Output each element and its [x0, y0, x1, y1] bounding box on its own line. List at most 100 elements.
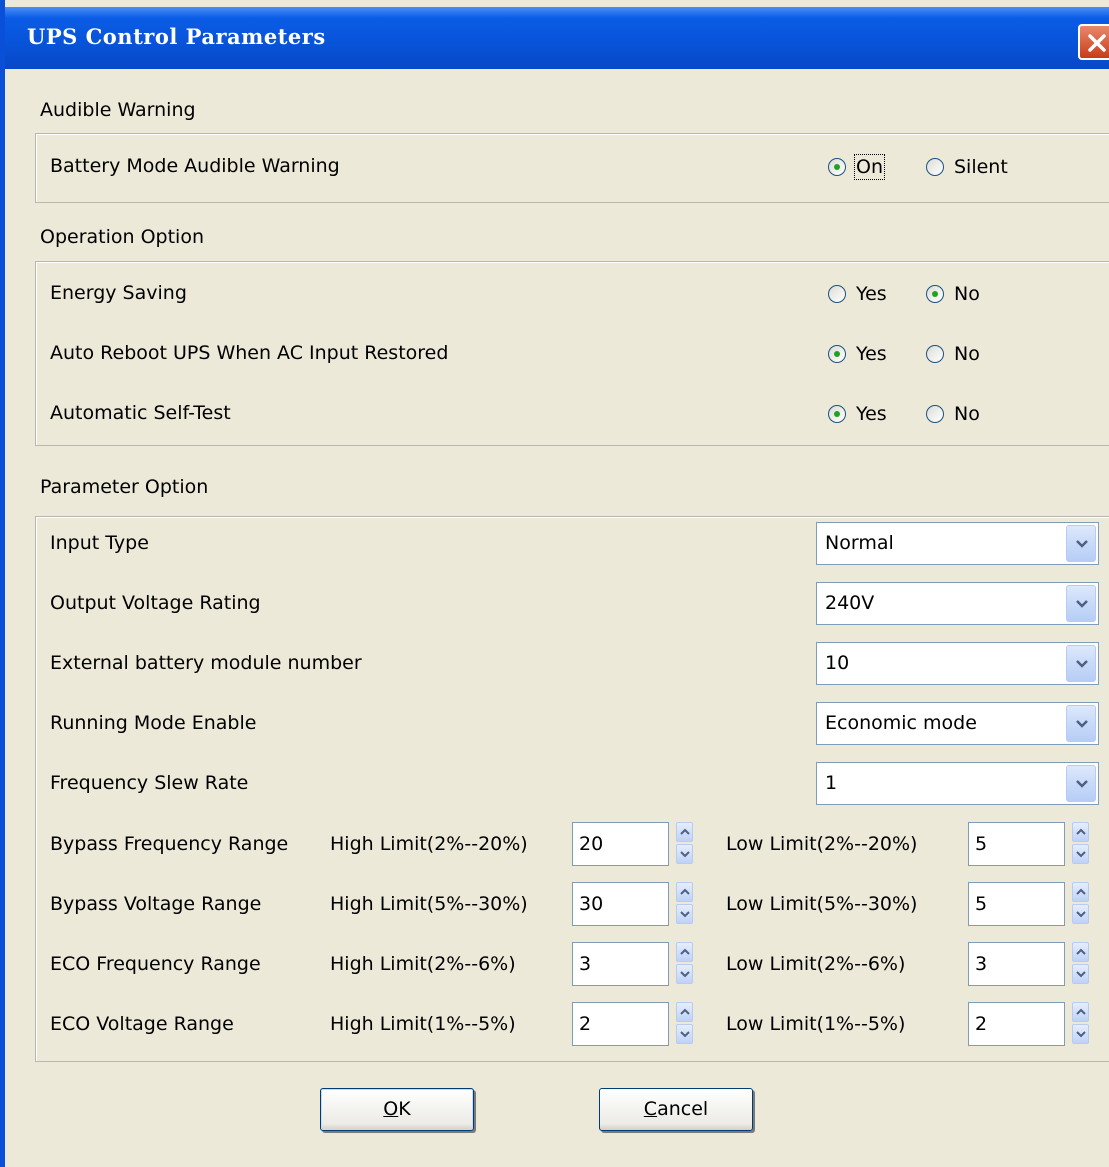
radio-unselected-icon: [926, 405, 944, 423]
close-button[interactable]: [1078, 24, 1109, 60]
spin-down-button[interactable]: [1072, 1024, 1089, 1044]
eco-voltage-high-input[interactable]: 2: [572, 1002, 669, 1046]
spin-down-icon: [680, 851, 690, 858]
radio-selected-icon: [828, 345, 846, 363]
radio-unselected-icon: [926, 345, 944, 363]
bypass-frequency-low-limit-label: Low Limit(2%--20%): [726, 833, 918, 855]
eco-frequency-low-spinner[interactable]: [1072, 942, 1089, 986]
parameter-option-section-title: Parameter Option: [40, 476, 209, 498]
output-voltage-rating-select[interactable]: 240V: [816, 582, 1099, 625]
input-type-label: Input Type: [50, 532, 149, 554]
chevron-down-icon: [1076, 540, 1088, 548]
dropdown-button[interactable]: [1066, 765, 1096, 802]
dropdown-button[interactable]: [1066, 645, 1096, 682]
spin-up-icon: [680, 888, 690, 895]
audible-warning-silent-radio[interactable]: Silent: [926, 155, 1008, 179]
spin-down-icon: [1076, 911, 1086, 918]
eco-frequency-high-input[interactable]: 3: [572, 942, 669, 986]
spin-down-icon: [680, 911, 690, 918]
bypass-frequency-high-input[interactable]: 20: [572, 822, 669, 866]
spin-down-icon: [1076, 851, 1086, 858]
input-type-select[interactable]: Normal: [816, 522, 1099, 565]
radio-selected-icon: [926, 285, 944, 303]
eco-voltage-low-limit-label: Low Limit(1%--5%): [726, 1013, 906, 1035]
bypass-frequency-low-input[interactable]: 5: [968, 822, 1065, 866]
audible-warning-on-radio[interactable]: On: [828, 154, 885, 180]
spin-up-button[interactable]: [1072, 822, 1089, 842]
spin-up-icon: [680, 1008, 690, 1015]
spin-up-button[interactable]: [1072, 882, 1089, 902]
dropdown-button[interactable]: [1066, 705, 1096, 742]
bypass-voltage-range-label: Bypass Voltage Range: [50, 893, 262, 915]
spin-down-button[interactable]: [676, 844, 693, 864]
spin-up-button[interactable]: [1072, 1002, 1089, 1022]
auto-reboot-yes-radio[interactable]: Yes: [828, 342, 887, 366]
dropdown-button[interactable]: [1066, 525, 1096, 562]
self-test-yes-radio[interactable]: Yes: [828, 402, 887, 426]
eco-voltage-low-spinner[interactable]: [1072, 1002, 1089, 1046]
spin-down-button[interactable]: [1072, 844, 1089, 864]
ups-control-parameters-dialog: UPS Control Parameters Audible Warning B…: [0, 0, 1109, 1167]
spin-down-button[interactable]: [1072, 904, 1089, 924]
eco-frequency-high-spinner[interactable]: [676, 942, 693, 986]
radio-unselected-icon: [828, 285, 846, 303]
spin-down-button[interactable]: [1072, 964, 1089, 984]
dropdown-button[interactable]: [1066, 585, 1096, 622]
output-voltage-rating-label: Output Voltage Rating: [50, 592, 261, 614]
running-mode-enable-select[interactable]: Economic mode: [816, 702, 1099, 745]
spin-up-button[interactable]: [676, 942, 693, 962]
spin-down-icon: [680, 1031, 690, 1038]
spin-up-button[interactable]: [1072, 942, 1089, 962]
eco-frequency-high-limit-label: High Limit(2%--6%): [330, 953, 516, 975]
spin-up-icon: [1076, 1008, 1086, 1015]
energy-saving-label: Energy Saving: [50, 282, 187, 304]
ok-button[interactable]: OK: [320, 1088, 474, 1131]
frequency-slew-rate-select[interactable]: 1: [816, 762, 1099, 805]
bypass-voltage-low-limit-label: Low Limit(5%--30%): [726, 893, 918, 915]
spin-down-button[interactable]: [676, 1024, 693, 1044]
spin-down-icon: [1076, 971, 1086, 978]
spin-down-icon: [680, 971, 690, 978]
bypass-frequency-range-label: Bypass Frequency Range: [50, 833, 289, 855]
bypass-frequency-high-limit-label: High Limit(2%--20%): [330, 833, 528, 855]
eco-frequency-low-input[interactable]: 3: [968, 942, 1065, 986]
running-mode-enable-label: Running Mode Enable: [50, 712, 257, 734]
eco-voltage-high-spinner[interactable]: [676, 1002, 693, 1046]
external-battery-module-number-label: External battery module number: [50, 652, 362, 674]
radio-unselected-icon: [926, 158, 944, 176]
eco-voltage-low-input[interactable]: 2: [968, 1002, 1065, 1046]
self-test-no-radio[interactable]: No: [926, 402, 980, 426]
spin-down-button[interactable]: [676, 904, 693, 924]
window-title: UPS Control Parameters: [27, 24, 326, 49]
spin-up-button[interactable]: [676, 822, 693, 842]
spin-up-button[interactable]: [676, 882, 693, 902]
battery-mode-audible-warning-label: Battery Mode Audible Warning: [50, 155, 340, 177]
chevron-down-icon: [1076, 720, 1088, 728]
spin-up-button[interactable]: [676, 1002, 693, 1022]
eco-frequency-low-limit-label: Low Limit(2%--6%): [726, 953, 906, 975]
eco-voltage-high-limit-label: High Limit(1%--5%): [330, 1013, 516, 1035]
bypass-voltage-high-spinner[interactable]: [676, 882, 693, 926]
bypass-voltage-low-spinner[interactable]: [1072, 882, 1089, 926]
title-bar[interactable]: UPS Control Parameters: [5, 7, 1109, 69]
audible-warning-section-title: Audible Warning: [40, 99, 196, 121]
eco-frequency-range-label: ECO Frequency Range: [50, 953, 261, 975]
external-battery-module-number-select[interactable]: 10: [816, 642, 1099, 685]
window-left-border: [0, 0, 5, 1167]
bypass-frequency-high-spinner[interactable]: [676, 822, 693, 866]
energy-saving-no-radio[interactable]: No: [926, 282, 980, 306]
radio-selected-icon: [828, 405, 846, 423]
bypass-voltage-low-input[interactable]: 5: [968, 882, 1065, 926]
spin-up-icon: [1076, 828, 1086, 835]
cancel-button[interactable]: Cancel: [599, 1088, 753, 1131]
spin-down-icon: [1076, 1031, 1086, 1038]
auto-reboot-no-radio[interactable]: No: [926, 342, 980, 366]
energy-saving-yes-radio[interactable]: Yes: [828, 282, 887, 306]
bypass-voltage-high-input[interactable]: 30: [572, 882, 669, 926]
frequency-slew-rate-label: Frequency Slew Rate: [50, 772, 249, 794]
spin-down-button[interactable]: [676, 964, 693, 984]
spin-up-icon: [680, 828, 690, 835]
chevron-down-icon: [1076, 660, 1088, 668]
bypass-frequency-low-spinner[interactable]: [1072, 822, 1089, 866]
bypass-voltage-high-limit-label: High Limit(5%--30%): [330, 893, 528, 915]
